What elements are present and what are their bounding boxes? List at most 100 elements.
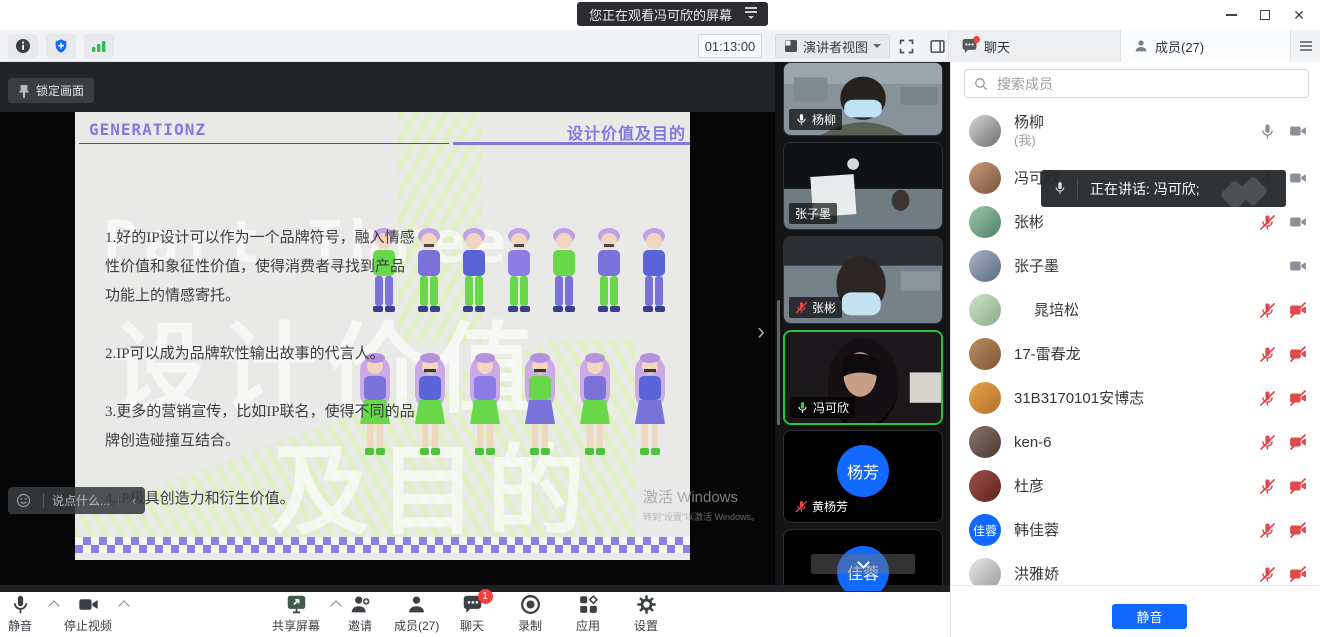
tile-name-label: 黄杨芳 [789, 496, 854, 517]
member-row[interactable]: 佳蓉韩佳蓉 [951, 509, 1320, 551]
toolbar-button-share[interactable]: 共享屏幕 [272, 594, 320, 634]
members-panel: 正在讲话: 冯可欣; 杨柳(我)冯可欣张彬张子墨晁培松17-雷春龙31B3170… [950, 62, 1320, 585]
mic-muted-icon[interactable] [1259, 214, 1276, 231]
mic-muted-icon[interactable] [1259, 346, 1276, 363]
meeting-info-button[interactable] [8, 34, 38, 58]
toolbar-button-apps[interactable]: 应用 [576, 594, 600, 634]
view-mode-button[interactable]: 演讲者视图 [775, 34, 890, 58]
video-tile-张彬[interactable]: 张彬 [783, 236, 943, 324]
avatar: 佳蓉 [969, 514, 1001, 546]
quick-chat-placeholder[interactable]: 说点什么... [52, 492, 110, 509]
side-panel-toggle-button[interactable] [924, 34, 950, 58]
member-search[interactable] [964, 69, 1309, 98]
chevron-down-icon [873, 44, 881, 52]
toolbar-button-chat[interactable]: 1聊天 [460, 594, 484, 634]
member-row[interactable]: ken-6 [951, 421, 1320, 463]
pin-view-button[interactable]: 锁定画面 [8, 78, 94, 103]
mic-muted-icon [795, 500, 808, 513]
toolbar-button-label: 邀请 [348, 617, 372, 634]
mic-icon [795, 113, 808, 126]
tab-members-label: 成员(27) [1155, 37, 1204, 56]
cartoon-character-boy [633, 220, 675, 338]
camera-off-icon[interactable] [1289, 345, 1307, 363]
mic-muted-icon[interactable] [1259, 566, 1276, 583]
filmstrip-collapse-handle[interactable]: › [750, 317, 772, 347]
member-row[interactable]: 张子墨 [951, 245, 1320, 287]
video-tile-冯可欣[interactable]: 冯可欣 [783, 330, 943, 425]
camera-off-icon[interactable] [1289, 389, 1307, 407]
camera-off-icon[interactable] [1289, 521, 1307, 539]
titlebar: 您正在观看冯可欣的屏幕 ✕ [0, 0, 1320, 30]
avatar [969, 115, 1001, 147]
camera-off-icon[interactable] [1289, 477, 1307, 495]
camera-icon[interactable] [1289, 169, 1307, 187]
video-tile-杨柳[interactable]: 杨柳 [783, 62, 943, 136]
chevron-up-icon[interactable] [48, 600, 59, 611]
fullscreen-button[interactable] [893, 34, 919, 58]
panel-menu-button[interactable] [1290, 30, 1320, 62]
filmstrip-scroll-down-button[interactable] [811, 554, 915, 574]
mic-muted-icon[interactable] [1259, 390, 1276, 407]
slide-bullet: 3.更多的营销宣传，比如IP联名，使得不同的品牌创造碰撞互结合。 [105, 398, 415, 456]
minimize-button[interactable] [1214, 1, 1248, 29]
member-row[interactable]: 31B3170101安博志 [951, 377, 1320, 419]
close-button[interactable]: ✕ [1282, 1, 1316, 29]
video-tile-黄杨芳[interactable]: 杨芳黄杨芳 [783, 430, 943, 523]
chevron-up-icon[interactable] [330, 600, 341, 611]
camera-off-icon[interactable] [1289, 565, 1307, 583]
toolbar-button-person-add[interactable]: 邀请 [348, 594, 372, 634]
member-name: 晁培松 [1014, 302, 1259, 319]
person-add-icon [350, 594, 371, 615]
tab-members[interactable]: 成员(27) [1120, 30, 1290, 62]
toolbar-button-record[interactable]: 录制 [518, 594, 542, 634]
quick-chat-bar[interactable]: 说点什么... ‹ [8, 487, 145, 514]
mute-all-button[interactable]: 静音 [1112, 604, 1187, 629]
tab-chat[interactable]: 聊天 [948, 30, 1120, 62]
member-name: 张彬 [1014, 214, 1259, 231]
emoji-icon[interactable] [16, 493, 31, 508]
video-filmstrip: 杨柳张子墨张彬冯可欣杨芳黄杨芳佳蓉 [775, 62, 950, 592]
mic-muted-icon[interactable] [1259, 522, 1276, 539]
video-tile-张子墨[interactable]: 张子墨 [783, 142, 943, 230]
camera-off-icon[interactable] [1289, 301, 1307, 319]
camera-icon[interactable] [1289, 257, 1307, 275]
mic-muted-icon[interactable] [1259, 302, 1276, 319]
pill-menu-icon[interactable] [742, 4, 760, 25]
mic-muted-icon[interactable] [1259, 434, 1276, 451]
security-button[interactable] [46, 34, 76, 58]
maximize-button[interactable] [1248, 1, 1282, 29]
chevron-up-icon[interactable] [118, 600, 129, 611]
member-row[interactable]: 洪雅娇 [951, 553, 1320, 585]
member-row[interactable]: 杜彦 [951, 465, 1320, 507]
toolbar-button-camera[interactable]: 停止视频 [64, 594, 112, 634]
video-tile[interactable]: 佳蓉 [783, 529, 943, 592]
info-icon [15, 38, 31, 54]
filmstrip-scrollbar[interactable] [777, 300, 780, 425]
member-row[interactable]: 杨柳(我) [951, 108, 1320, 154]
cartoon-character-girl [516, 344, 564, 472]
toolbar-button-person[interactable]: 成员(27) [394, 594, 439, 634]
tile-name-label: 张子墨 [789, 203, 837, 224]
close-icon: ✕ [1293, 8, 1305, 22]
person-icon [1133, 38, 1149, 54]
side-panel-icon [930, 39, 945, 54]
network-quality-button[interactable] [84, 34, 114, 58]
toolbar-button-label: 录制 [518, 617, 542, 634]
member-row[interactable]: 17-雷春龙 [951, 333, 1320, 375]
mic-muted-icon[interactable] [1259, 478, 1276, 495]
person-icon [406, 594, 427, 615]
toolbar-button-mic[interactable]: 静音 [8, 594, 32, 634]
member-row[interactable]: 张彬 [951, 201, 1320, 243]
mic-icon[interactable] [1259, 123, 1276, 140]
toolbar-button-gear[interactable]: 设置 [634, 594, 658, 634]
tile-name-text: 张彬 [812, 299, 836, 316]
camera-off-icon[interactable] [1289, 433, 1307, 451]
member-row[interactable]: 晁培松 [951, 289, 1320, 331]
camera-icon[interactable] [1289, 122, 1307, 140]
camera-icon[interactable] [1289, 213, 1307, 231]
toolbar-button-label: 成员(27) [394, 617, 439, 634]
collapse-chat-icon[interactable]: ‹ [127, 493, 141, 508]
shield-icon [53, 38, 69, 54]
members-footer: 静音 [950, 585, 1320, 637]
member-search-input[interactable] [995, 75, 1299, 93]
